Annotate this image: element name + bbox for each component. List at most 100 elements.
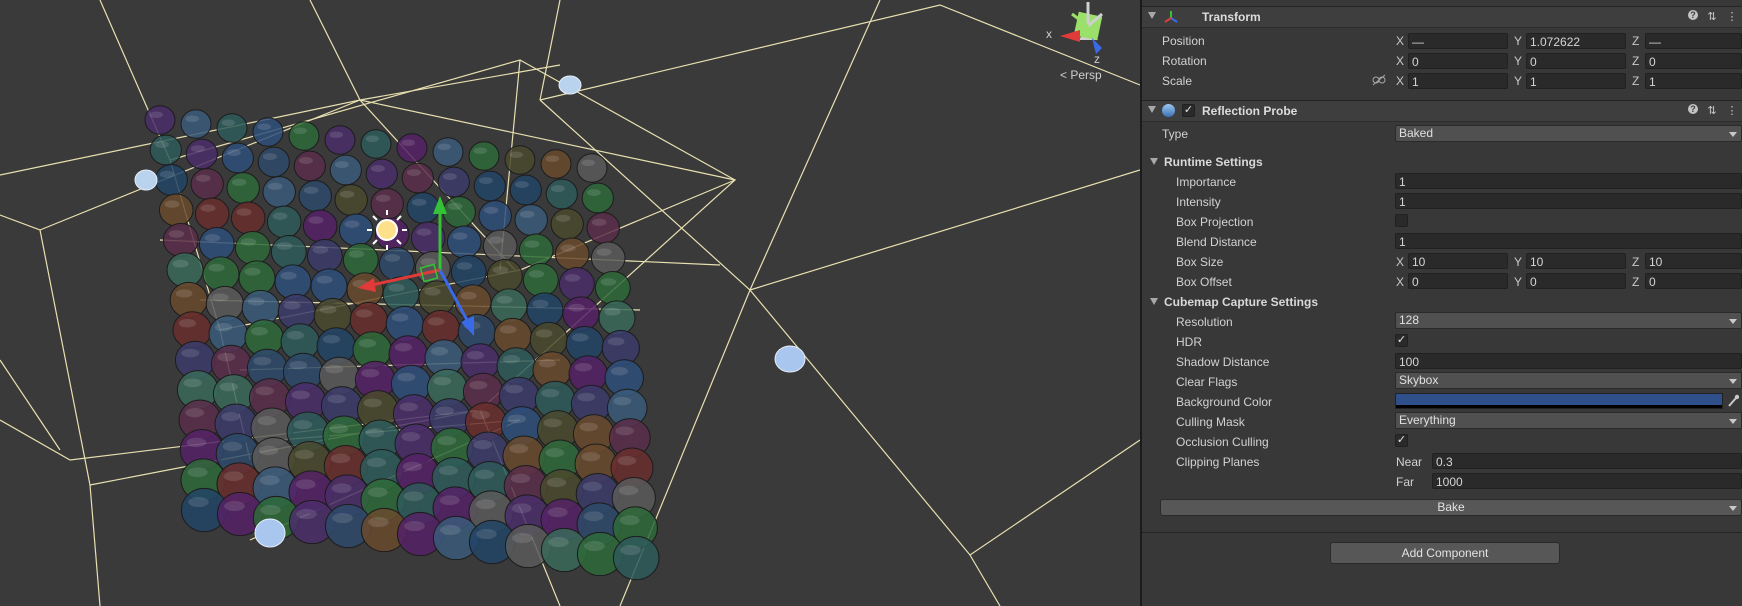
sphere-highlight [293,127,307,135]
transform-help-icon[interactable]: ? [1688,10,1698,20]
occlusion-culling-checkbox[interactable]: ✓ [1395,434,1408,447]
intensity-field[interactable]: 1 [1395,193,1742,209]
sphere-highlight [600,278,617,286]
sphere [518,233,554,267]
hdr-checkbox[interactable]: ✓ [1395,334,1408,347]
sphere-highlight [430,347,449,356]
eyedropper-icon[interactable] [1727,394,1740,411]
sphere-highlight [394,343,413,352]
sphere [144,105,176,135]
resolution-dropdown[interactable]: 128 [1395,312,1742,329]
sphere-highlight [250,327,269,336]
sphere-highlight [303,186,319,194]
sphere-highlight [185,408,205,418]
position-x-axis: X [1396,34,1405,48]
sphere-highlight [159,170,175,178]
sphere [473,170,506,202]
sphere-highlight [442,173,457,180]
near-field[interactable]: 0.3 [1432,453,1742,469]
box-offset-y-field[interactable]: 0 [1526,273,1626,289]
sphere-highlight [175,289,193,298]
sphere-highlight [298,157,313,164]
rotation-y-field[interactable]: 0 [1526,53,1626,69]
sphere-highlight [154,141,169,148]
rotation-z-field[interactable]: 0 [1645,53,1742,69]
cubemap-settings-foldout[interactable]: Cubemap Capture Settings [1150,295,1318,309]
culling-mask-label: Culling Mask [1176,415,1245,429]
sphere [594,270,631,306]
sphere-highlight [219,382,238,392]
sphere [342,242,379,278]
sphere-highlight [438,465,459,476]
rotation-z-axis: Z [1632,54,1640,68]
background-color-label: Background Color [1176,395,1273,409]
sphere-highlight [375,194,391,202]
blend-distance-field[interactable]: 1 [1395,233,1742,249]
far-field[interactable]: 1000 [1432,473,1742,489]
sphere-highlight [582,481,603,492]
scale-x-field[interactable]: 1 [1408,73,1508,89]
sphere-highlight [308,216,324,224]
transform-more-icon[interactable]: ⋮ [1726,9,1738,23]
importance-field[interactable]: 1 [1395,173,1742,189]
sphere-highlight [424,287,441,296]
background-color-swatch[interactable] [1395,393,1723,409]
sphere [221,142,254,174]
scene-canvas[interactable] [0,0,1140,606]
transform-fold-icon[interactable] [1148,12,1156,19]
probe-enabled-checkbox[interactable]: ✓ [1182,104,1195,117]
type-dropdown[interactable]: Baked [1395,125,1742,142]
box-size-y-field[interactable]: 10 [1526,253,1626,269]
position-y-field[interactable]: 1.072622 [1526,33,1626,49]
probe-fold-icon[interactable] [1148,106,1156,113]
box-size-x-field[interactable]: 10 [1408,253,1508,269]
persp-label: Persp [1070,68,1102,82]
sphere-highlight [433,376,452,386]
add-component-button[interactable]: Add Component [1330,542,1560,564]
sphere [432,137,464,167]
transform-header[interactable]: Transform ? ⇅ ⋮ [1142,6,1742,28]
sphere [514,204,548,236]
sphere-highlight [329,424,349,434]
sphere-highlight [363,398,382,408]
culling-mask-dropdown[interactable]: Everything [1395,412,1742,429]
rotation-x-field[interactable]: 0 [1408,53,1508,69]
position-z-field[interactable]: — [1645,33,1742,49]
sphere-highlight [577,392,596,402]
probe-presets-icon[interactable]: ⇅ [1706,103,1718,117]
reflection-probe-header[interactable]: ✓ Reflection Probe ? ⇅ ⋮ [1142,100,1742,122]
sphere [396,133,428,163]
sphere [598,300,636,336]
shadow-distance-field[interactable]: 100 [1395,353,1742,369]
box-offset-z-field[interactable]: 0 [1645,273,1742,289]
clear-flags-dropdown[interactable]: Skybox [1395,372,1742,389]
sphere-highlight [492,266,509,274]
bake-button[interactable]: Bake [1160,499,1742,516]
sphere [504,145,536,175]
scale-z-field[interactable]: 1 [1645,73,1742,89]
sphere-highlight [511,503,532,514]
box-size-z-field[interactable]: 10 [1645,253,1742,269]
probe-more-icon[interactable]: ⋮ [1726,103,1738,117]
sphere-highlight [437,143,451,151]
probe-help-icon[interactable]: ? [1688,104,1698,114]
scale-y-field[interactable]: 1 [1526,73,1626,89]
sphere [230,201,266,235]
persp-toggle[interactable]: < Persp [1060,68,1102,82]
box-projection-checkbox[interactable] [1395,214,1408,227]
constrain-proportions-icon[interactable] [1372,74,1386,89]
transform-presets-icon[interactable]: ⇅ [1706,9,1718,23]
sphere-highlight [604,307,621,316]
scene-view[interactable]: x z < Persp [0,0,1140,606]
sphere [478,200,512,232]
sphere-highlight [365,428,385,438]
reflection-probe-title: Reflection Probe [1202,104,1298,118]
box-offset-x-field[interactable]: 0 [1408,273,1508,289]
sphere-highlight [581,452,601,462]
sphere [262,176,296,208]
sphere-highlight [435,406,454,416]
bake-dropdown-icon[interactable] [1729,506,1737,511]
position-x-field[interactable]: — [1408,33,1508,49]
runtime-settings-foldout[interactable]: Runtime Settings [1150,155,1263,169]
sphere-highlight [187,467,208,478]
